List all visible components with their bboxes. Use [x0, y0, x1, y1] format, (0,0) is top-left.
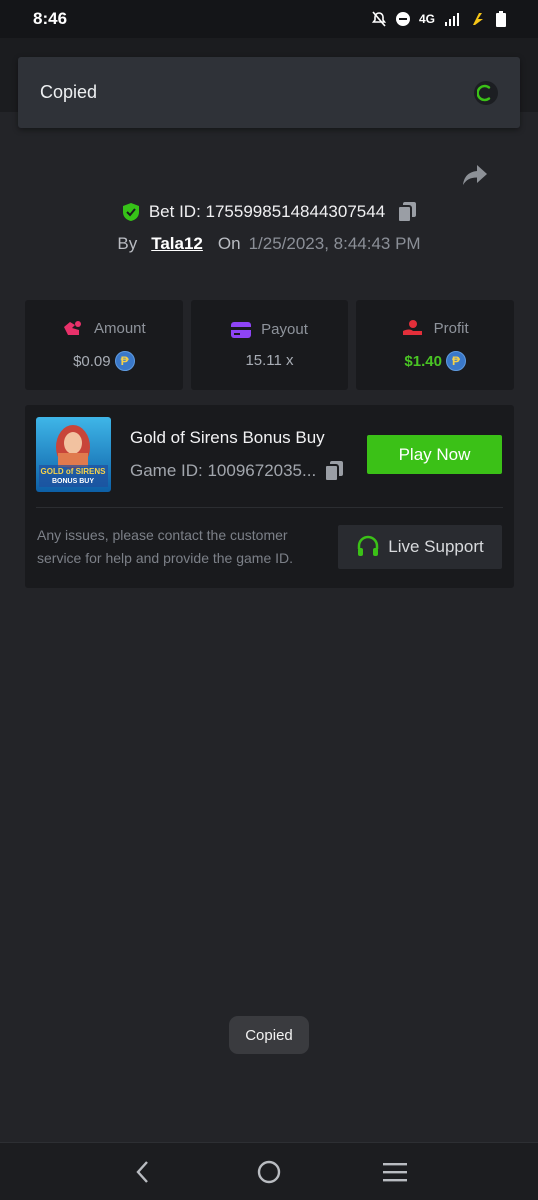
- play-now-button[interactable]: Play Now: [367, 435, 502, 474]
- peso-coin-icon: ₱: [114, 351, 135, 371]
- support-info-text: Any issues, please contact the customer …: [37, 527, 294, 566]
- battery-icon: [496, 11, 506, 27]
- game-title: Gold of Sirens Bonus Buy: [130, 428, 325, 447]
- bet-stats: Amount $0.09 ₱ Payout 15.11 x Profit $1.…: [25, 300, 515, 390]
- stat-payout: Payout 15.11 x: [190, 300, 349, 390]
- peso-coin-icon: ₱: [445, 351, 466, 371]
- shield-check-icon: [122, 203, 139, 221]
- username-link[interactable]: Tala12: [151, 234, 203, 254]
- network-type: 4G: [418, 12, 435, 26]
- spinner-icon: [474, 80, 498, 105]
- status-bar: 8:46 4G: [0, 0, 538, 38]
- payout-value: 15.11 x: [245, 352, 294, 369]
- copied-toast-bottom: Copied: [229, 1016, 309, 1054]
- divider: [36, 507, 503, 508]
- toast-text: Copied: [40, 82, 98, 102]
- payout-label: Payout: [261, 321, 308, 338]
- bet-id-row: Bet ID: 1755998514844307544: [0, 200, 538, 224]
- mute-notifications-icon: [371, 11, 387, 27]
- copied-toast-top: Copied: [18, 57, 520, 128]
- profit-icon: [402, 320, 422, 335]
- game-card: GOLD of SIRENS BONUS BUY Gold of Sirens …: [25, 405, 514, 588]
- copy-icon[interactable]: [397, 201, 417, 223]
- thumb-text-1: GOLD of SIRENS: [41, 467, 107, 476]
- live-support-label: Live Support: [388, 537, 484, 556]
- bet-date: 1/25/2023, 8:44:43 PM: [248, 234, 421, 253]
- amount-value: $0.09: [73, 352, 111, 370]
- amount-label: Amount: [93, 319, 146, 337]
- payout-icon: [231, 321, 252, 338]
- status-time: 8:46: [33, 9, 68, 28]
- bet-id: Bet ID: 1755998514844307544: [148, 202, 386, 221]
- live-support-button[interactable]: Live Support: [338, 525, 502, 569]
- thumb-text-2: BONUS BUY: [52, 478, 94, 485]
- status-icons: 4G: [371, 11, 506, 27]
- stat-profit: Profit $1.40 ₱: [356, 300, 515, 390]
- signal-icon: [445, 13, 459, 26]
- bet-meta-row: By Tala12 On 1/25/2023, 8:44:43 PM: [0, 232, 538, 256]
- profit-value: $1.40: [404, 352, 442, 370]
- menu-icon[interactable]: [375, 1152, 415, 1192]
- stat-amount: Amount $0.09 ₱: [25, 300, 183, 390]
- game-thumbnail[interactable]: GOLD of SIRENS BONUS BUY: [36, 417, 111, 492]
- by-label: By: [117, 234, 138, 253]
- game-id-row: Game ID: 1009672035...: [130, 460, 344, 482]
- amount-icon: [63, 321, 81, 335]
- back-icon[interactable]: [123, 1152, 163, 1192]
- charging-bolt-icon: [473, 13, 483, 25]
- on-label: On: [217, 234, 241, 253]
- share-icon[interactable]: [461, 163, 489, 187]
- do-not-disturb-icon: [395, 12, 410, 26]
- system-nav-bar: [0, 1142, 538, 1200]
- headset-icon: [358, 535, 379, 556]
- home-icon[interactable]: [249, 1152, 289, 1192]
- profit-label: Profit: [433, 319, 469, 337]
- game-id: Game ID: 1009672035...: [130, 461, 317, 480]
- copy-icon[interactable]: [324, 460, 344, 482]
